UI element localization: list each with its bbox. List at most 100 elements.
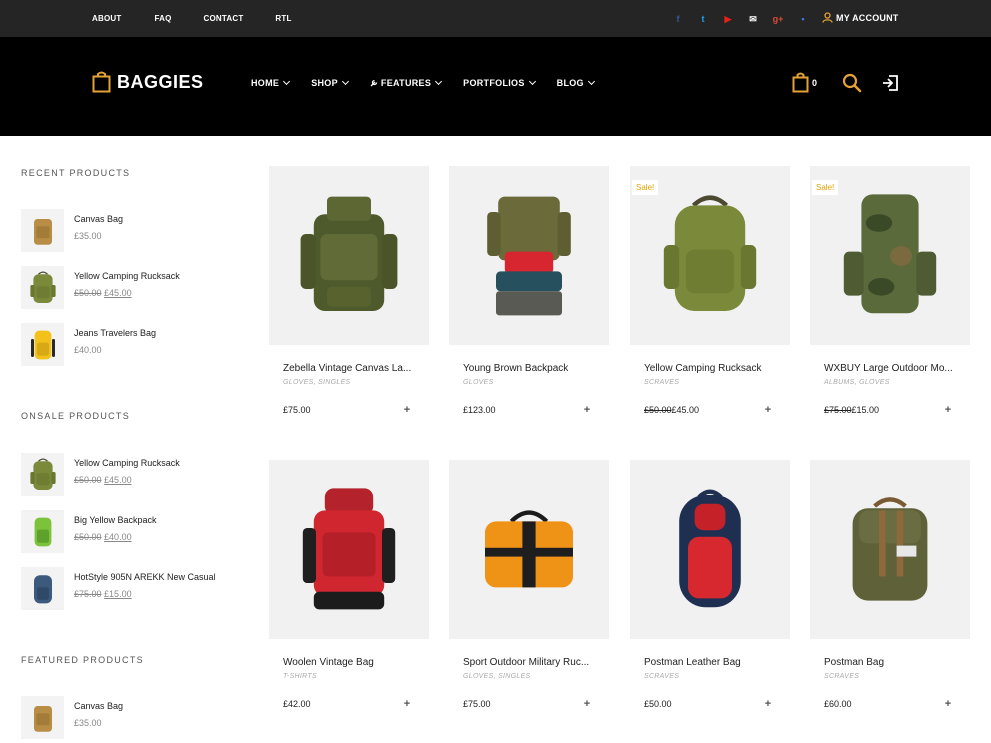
old-price: £75.00 [74,589,102,599]
sale-price: £40.00 [104,532,132,542]
sidebar-product-price: £75.00 £15.00 [74,589,132,599]
sidebar-product-name[interactable]: Big Yellow Backpack [74,515,157,525]
product-title[interactable]: Sport Outdoor Military Ruc... [463,657,603,668]
search-icon[interactable] [842,73,862,93]
sidebar-product-name[interactable]: Yellow Camping Rucksack [74,271,180,281]
sale-price: £45.00 [104,475,132,485]
sidebar-product-price: £50.00 £45.00 [74,288,132,298]
product-title[interactable]: Postman Leather Bag [644,657,784,668]
google-plus-icon[interactable]: g+ [772,14,784,24]
nav-blog[interactable]: BLOG [557,77,595,88]
top-link-about[interactable]: ABOUT [92,14,121,23]
product-thumbnail[interactable] [21,567,64,610]
product-title[interactable]: WXBUY Large Outdoor Mo... [824,363,964,374]
product-price: £75.00 [463,699,491,709]
sidebar-product[interactable]: Canvas Bag £35.00 [21,209,241,252]
product-categories[interactable]: SCRAVES [824,673,859,680]
product-categories[interactable]: T-SHIRTS [283,673,317,680]
add-to-cart-icon[interactable]: + [943,698,953,710]
sidebar-product[interactable]: Yellow Camping Rucksack £50.00 £45.00 [21,266,241,309]
sidebar-product[interactable]: HotStyle 905N AREKK New Casual £75.00 £1… [21,567,241,610]
chevron-down-icon [341,77,349,86]
product-categories[interactable]: GLOVES, SINGLES [283,379,351,386]
price: £75.00 [463,699,491,709]
top-link-rtl[interactable]: RTL [275,14,291,23]
product-categories[interactable]: SCRAVES [644,379,679,386]
add-to-cart-icon[interactable]: + [943,404,953,416]
product-title[interactable]: Woolen Vintage Bag [283,657,423,668]
nav-shop-label: SHOP [311,78,338,88]
old-price: £50.00 [74,475,102,485]
sidebar-product[interactable]: Yellow Camping Rucksack £50.00 £45.00 [21,453,241,496]
product-thumbnail[interactable] [21,696,64,739]
nav-features-label: FEATURES [380,78,432,88]
price: £42.00 [283,699,311,709]
add-to-cart-icon[interactable]: + [763,698,773,710]
product-categories[interactable]: ALBUMS, GLOVES [824,379,890,386]
add-to-cart-icon[interactable]: + [763,404,773,416]
sidebar-product-price: £35.00 [74,718,102,728]
product-title[interactable]: Zebella Vintage Canvas La... [283,363,423,374]
old-price: £50.00 [74,288,102,298]
product-categories[interactable]: SCRAVES [644,673,679,680]
sale-badge: Sale! [812,180,839,195]
sidebar-product-name[interactable]: Canvas Bag [74,701,123,711]
logo[interactable]: BAGGIES [92,71,204,93]
product-image[interactable] [449,460,609,639]
add-to-cart-icon[interactable]: + [402,698,412,710]
product-title[interactable]: Young Brown Backpack [463,363,603,374]
product-thumbnail[interactable] [21,266,64,309]
product-image[interactable] [269,460,429,639]
price: £60.00 [824,699,852,709]
header-actions: 0 [792,72,899,93]
add-to-cart-icon[interactable]: + [582,404,592,416]
product-thumbnail[interactable] [21,453,64,496]
sidebar-product-name[interactable]: Canvas Bag [74,214,123,224]
sidebar-product-name[interactable]: HotStyle 905N AREKK New Casual [74,572,216,582]
sidebar-product[interactable]: Jeans Travelers Bag £40.00 [21,323,241,366]
wrench-icon [370,79,378,87]
sidebar-product[interactable]: Canvas Bag £35.00 [21,696,241,739]
sidebar-product-name[interactable]: Jeans Travelers Bag [74,328,156,338]
chat-icon[interactable]: ▪ [797,14,809,24]
product-title[interactable]: Yellow Camping Rucksack [644,363,784,374]
my-account-label: MY ACCOUNT [836,12,899,23]
shopping-bag-icon [92,71,111,93]
product-image[interactable] [449,166,609,345]
product-image[interactable] [810,460,970,639]
chevron-down-icon [435,77,443,86]
sidebar-product-name[interactable]: Yellow Camping Rucksack [74,458,180,468]
top-links: ABOUT FAQ CONTACT RTL [92,0,292,37]
youtube-icon[interactable]: ▶ [722,14,734,24]
twitter-icon[interactable]: t [697,14,709,24]
top-link-contact[interactable]: CONTACT [204,14,244,23]
top-link-faq[interactable]: FAQ [154,14,171,23]
product-thumbnail[interactable] [21,510,64,553]
add-to-cart-icon[interactable]: + [582,698,592,710]
product-thumbnail[interactable] [21,323,64,366]
product-image[interactable] [269,166,429,345]
chevron-down-icon [587,77,595,86]
add-to-cart-icon[interactable]: + [402,404,412,416]
product-categories[interactable]: GLOVES, SINGLES [463,673,531,680]
product-image[interactable] [630,460,790,639]
product-categories[interactable]: GLOVES [463,379,494,386]
sidebar-product[interactable]: Big Yellow Backpack £50.00 £40.00 [21,510,241,553]
nav-shop[interactable]: SHOP [311,77,349,88]
nav-portfolios[interactable]: PORTFOLIOS [463,77,536,88]
sale-price: £15.00 [851,405,880,415]
my-account-link[interactable]: MY ACCOUNT [822,12,899,23]
price: £35.00 [74,231,102,241]
login-icon[interactable] [881,74,899,92]
featured-products-title: FEATURED PRODUCTS [21,655,144,665]
email-icon[interactable]: ✉ [747,14,759,24]
product-title[interactable]: Postman Bag [824,657,964,668]
chevron-down-icon [283,77,291,86]
cart-button[interactable]: 0 [792,72,823,93]
nav-home[interactable]: HOME [251,77,291,88]
facebook-icon[interactable]: f [672,14,684,24]
nav-features[interactable]: FEATURES [370,77,443,88]
chevron-down-icon [528,77,536,86]
product-price: £42.00 [283,699,311,709]
product-thumbnail[interactable] [21,209,64,252]
